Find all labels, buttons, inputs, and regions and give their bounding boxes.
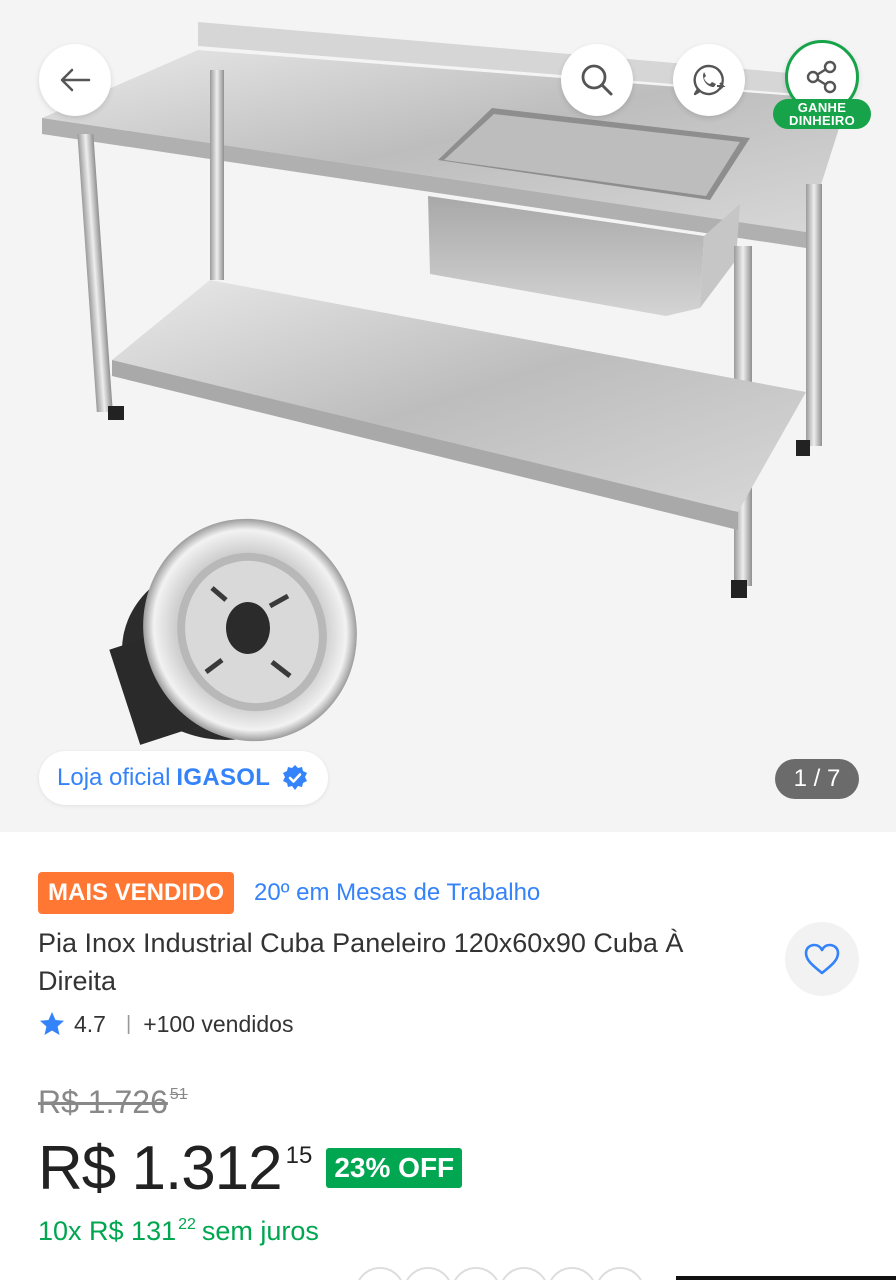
divider: | — [125, 1012, 132, 1035]
image-counter: 1 / 7 — [775, 759, 859, 799]
product-info: MAIS VENDIDO 20º em Mesas de Trabalho Pi… — [0, 832, 896, 1280]
search-button[interactable] — [561, 44, 633, 116]
original-price-cents: 51 — [169, 1086, 188, 1103]
price-value: R$ 1.312 — [38, 1134, 283, 1203]
arrow-left-icon — [60, 68, 91, 92]
best-seller-badge: MAIS VENDIDO — [38, 872, 235, 914]
rating-row[interactable]: 4.7 | +100 vendidos — [38, 1010, 293, 1038]
rating-value: 4.7 — [74, 1010, 106, 1037]
back-button[interactable] — [39, 44, 111, 116]
earn-money-line2: DINHEIRO — [789, 113, 855, 128]
price-cents: 15 — [285, 1142, 313, 1169]
installments-suffix: sem juros — [201, 1216, 319, 1246]
category-ranking-link[interactable]: 20º em Mesas de Trabalho — [254, 879, 540, 907]
thumbnail-strip-edge — [358, 1267, 896, 1280]
store-label: Loja oficial — [57, 764, 171, 791]
product-image-gallery[interactable]: GANHE DINHEIRO Loja oficial IGASOL 1 / 7 — [0, 0, 896, 832]
original-price-value: R$ 1.726 — [38, 1084, 168, 1120]
original-price: R$ 1.726 51 — [38, 1084, 188, 1121]
installments-amount: 10x R$ 131 — [38, 1216, 177, 1246]
installments-cents: 22 — [178, 1216, 196, 1233]
star-icon — [40, 1012, 64, 1035]
whatsapp-share-button[interactable] — [673, 44, 745, 116]
official-store-link[interactable]: Loja oficial IGASOL — [39, 751, 329, 805]
current-price: R$ 1.312 15 23% OFF — [38, 1134, 463, 1204]
installments[interactable]: 10x R$ 131 22 sem juros — [38, 1216, 319, 1247]
product-image — [42, 22, 848, 745]
favorite-button[interactable] — [785, 922, 859, 996]
search-icon — [581, 64, 613, 96]
sold-count: +100 vendidos — [143, 1010, 294, 1037]
badge-row: MAIS VENDIDO 20º em Mesas de Trabalho — [38, 872, 540, 914]
heart-icon — [804, 943, 840, 975]
share-icon — [806, 60, 837, 94]
whatsapp-icon — [693, 64, 726, 96]
verified-badge-icon — [283, 765, 308, 790]
product-title: Pia Inox Industrial Cuba Paneleiro 120x6… — [38, 928, 684, 996]
discount-badge: 23% OFF — [326, 1148, 463, 1188]
store-name: IGASOL — [176, 764, 271, 791]
earn-money-badge[interactable]: GANHE DINHEIRO — [773, 99, 871, 129]
